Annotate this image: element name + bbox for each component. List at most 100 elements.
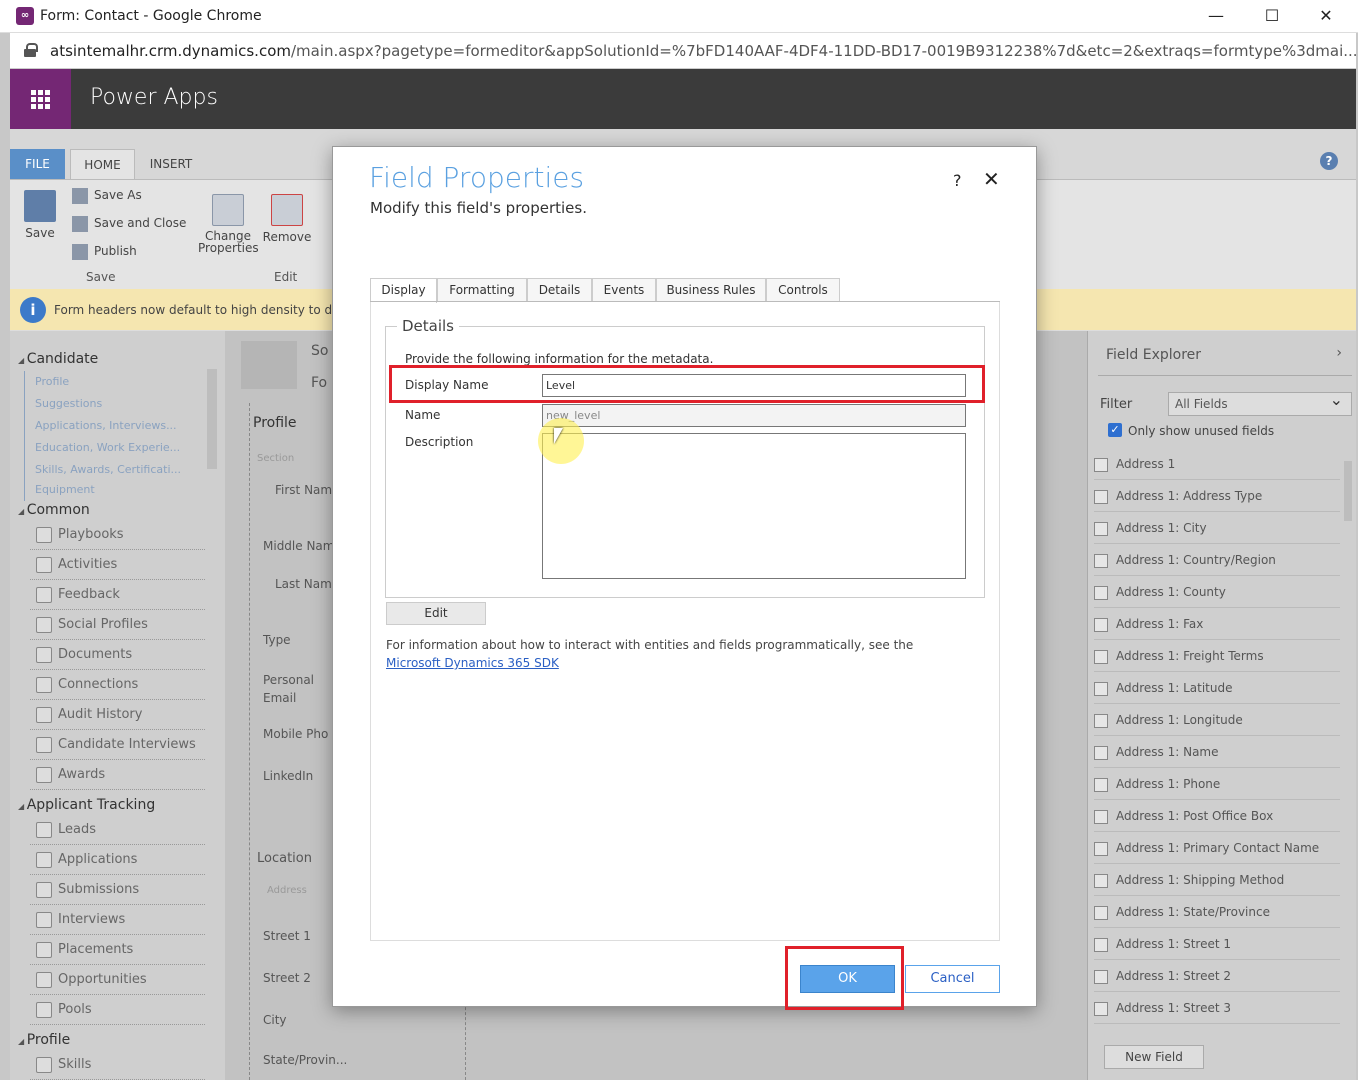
nav-item-documents[interactable]: Documents	[30, 640, 205, 670]
location-section-title[interactable]: Location	[257, 851, 312, 866]
field-list-item[interactable]: Address 1: Street 2	[1094, 960, 1340, 992]
new-field-button[interactable]: New Field	[1104, 1045, 1204, 1069]
help-icon[interactable]: ?	[1320, 152, 1338, 170]
address-bar[interactable]: atsintemalhr.crm.dynamics.com/main.aspx?…	[10, 33, 1358, 69]
minimize-button[interactable]: —	[1196, 4, 1236, 28]
save-and-close-button[interactable]: Save and Close	[72, 212, 186, 234]
url-text[interactable]: atsintemalhr.crm.dynamics.com/main.aspx?…	[50, 42, 1358, 60]
nav-item-interviews[interactable]: Interviews	[30, 905, 205, 935]
field-list-item[interactable]: Address 1: Street 1	[1094, 928, 1340, 960]
close-icon[interactable]: ✕	[983, 167, 1000, 191]
app-launcher-icon[interactable]	[10, 69, 71, 129]
field-list-item[interactable]: Address 1: Post Office Box	[1094, 800, 1340, 832]
form-field-mobile-phone[interactable]: Mobile Pho	[263, 727, 328, 741]
nav-item-feedback[interactable]: Feedback	[30, 580, 205, 610]
nav-link-suggestions[interactable]: Suggestions	[24, 393, 102, 415]
tab-formatting[interactable]: Formatting	[437, 278, 527, 302]
form-field-city[interactable]: City	[263, 1013, 287, 1027]
nav-link-skills[interactable]: Skills, Awards, Certificati...	[24, 459, 181, 481]
form-field-type[interactable]: Type	[263, 633, 291, 647]
change-properties-button[interactable]: Change Properties	[198, 194, 259, 254]
form-field-linkedin[interactable]: LinkedIn	[263, 769, 313, 783]
nav-item-candidate-interviews[interactable]: Candidate Interviews	[30, 730, 205, 760]
nav-item-connections[interactable]: Connections	[30, 670, 205, 700]
explorer-scrollbar[interactable]	[1344, 461, 1352, 521]
field-label: Address 1: Primary Contact Name	[1116, 841, 1320, 855]
nav-link-applications[interactable]: Applications, Interviews...	[24, 415, 177, 437]
description-textarea[interactable]	[542, 433, 966, 579]
dialog-subtitle: Modify this field's properties.	[370, 199, 587, 217]
nav-link-education[interactable]: Education, Work Experie...	[24, 437, 180, 459]
field-list-item[interactable]: Address 1: Longitude	[1094, 704, 1340, 736]
nav-section-profile[interactable]: Profile	[18, 1032, 71, 1048]
field-list-item[interactable]: Address 1: Street 3	[1094, 992, 1340, 1024]
form-field-address[interactable]: Address	[267, 885, 307, 896]
sdk-link[interactable]: Microsoft Dynamics 365 SDK	[386, 656, 559, 670]
name-input[interactable]	[542, 404, 966, 427]
field-list-item[interactable]: Address 1: State/Province	[1094, 896, 1340, 928]
profile-section-title[interactable]: Profile	[253, 415, 297, 431]
tab-display[interactable]: Display	[370, 278, 437, 303]
nav-section-candidate[interactable]: Candidate	[18, 351, 99, 367]
field-list-item[interactable]: Address 1: Primary Contact Name	[1094, 832, 1340, 864]
field-list-item[interactable]: Address 1: Address Type	[1094, 480, 1340, 512]
field-list-item[interactable]: Address 1: Country/Region	[1094, 544, 1340, 576]
field-list-item[interactable]: Address 1: City	[1094, 512, 1340, 544]
chevron-right-icon[interactable]: ›	[1336, 345, 1342, 361]
nav-item-leads[interactable]: Leads	[30, 815, 205, 845]
field-list-item[interactable]: Address 1: Shipping Method	[1094, 864, 1340, 896]
only-unused-label: Only show unused fields	[1128, 424, 1275, 438]
nav-link-equipment[interactable]: Equipment	[24, 479, 95, 501]
field-list-item[interactable]: Address 1: Phone	[1094, 768, 1340, 800]
form-field-personal-email[interactable]: Personal Email	[263, 671, 323, 707]
tab-home[interactable]: HOME	[70, 149, 135, 179]
tab-details[interactable]: Details	[527, 278, 592, 302]
only-unused-checkbox[interactable]: ✓	[1108, 423, 1122, 437]
save-button[interactable]: Save	[22, 190, 58, 240]
cancel-button[interactable]: Cancel	[905, 965, 1000, 993]
field-list-item[interactable]: Address 1: Latitude	[1094, 672, 1340, 704]
form-field-last-name[interactable]: Last Nam	[275, 577, 332, 591]
nav-item-awards[interactable]: Awards	[30, 760, 205, 790]
field-list-item[interactable]: Address 1: Name	[1094, 736, 1340, 768]
nav-section-common[interactable]: Common	[18, 502, 90, 518]
publish-button[interactable]: Publish	[72, 240, 137, 262]
nav-link-profile[interactable]: Profile	[24, 371, 69, 393]
field-label: Address 1: Street 2	[1116, 969, 1232, 983]
form-field-state[interactable]: State/Provin...	[263, 1053, 347, 1067]
nav-item-opportunities[interactable]: Opportunities	[30, 965, 205, 995]
close-window-button[interactable]: ✕	[1306, 4, 1346, 28]
form-field-street-1[interactable]: Street 1	[263, 929, 311, 943]
edit-button[interactable]: Edit	[386, 602, 486, 625]
form-field-middle-name[interactable]: Middle Nam	[263, 539, 334, 553]
save-as-button[interactable]: Save As	[72, 184, 142, 206]
nav-item-label: Skills	[58, 1057, 92, 1072]
nav-item-placements[interactable]: Placements	[30, 935, 205, 965]
nav-item-skills[interactable]: Skills	[30, 1050, 205, 1080]
form-field-first-name[interactable]: First Nam	[275, 483, 332, 497]
tab-events[interactable]: Events	[592, 278, 656, 302]
help-icon[interactable]: ?	[953, 171, 962, 190]
remove-button[interactable]: Remove	[262, 194, 312, 244]
maximize-button[interactable]: ☐	[1252, 4, 1292, 28]
nav-scrollbar[interactable]	[207, 369, 217, 469]
field-list-item[interactable]: Address 1: Freight Terms	[1094, 640, 1340, 672]
field-list-item[interactable]: Address 1: County	[1094, 576, 1340, 608]
nav-section-applicant-tracking[interactable]: Applicant Tracking	[18, 797, 156, 813]
field-list-item[interactable]: Address 1	[1094, 448, 1340, 480]
nav-item-applications[interactable]: Applications	[30, 845, 205, 875]
nav-item-playbooks[interactable]: Playbooks	[30, 520, 205, 550]
field-label: Address 1: Longitude	[1116, 713, 1243, 727]
tab-business-rules[interactable]: Business Rules	[656, 278, 766, 302]
tab-insert[interactable]: INSERT	[136, 149, 206, 179]
filter-select[interactable]: All Fields	[1168, 389, 1352, 416]
field-list-item[interactable]: Address 1: Fax	[1094, 608, 1340, 640]
nav-item-activities[interactable]: Activities	[30, 550, 205, 580]
tab-file[interactable]: FILE	[10, 149, 65, 179]
nav-item-audit-history[interactable]: Audit History	[30, 700, 205, 730]
nav-item-social-profiles[interactable]: Social Profiles	[30, 610, 205, 640]
tab-controls[interactable]: Controls	[766, 278, 840, 302]
nav-item-submissions[interactable]: Submissions	[30, 875, 205, 905]
form-field-street-2[interactable]: Street 2	[263, 971, 311, 985]
nav-item-pools[interactable]: Pools	[30, 995, 205, 1025]
